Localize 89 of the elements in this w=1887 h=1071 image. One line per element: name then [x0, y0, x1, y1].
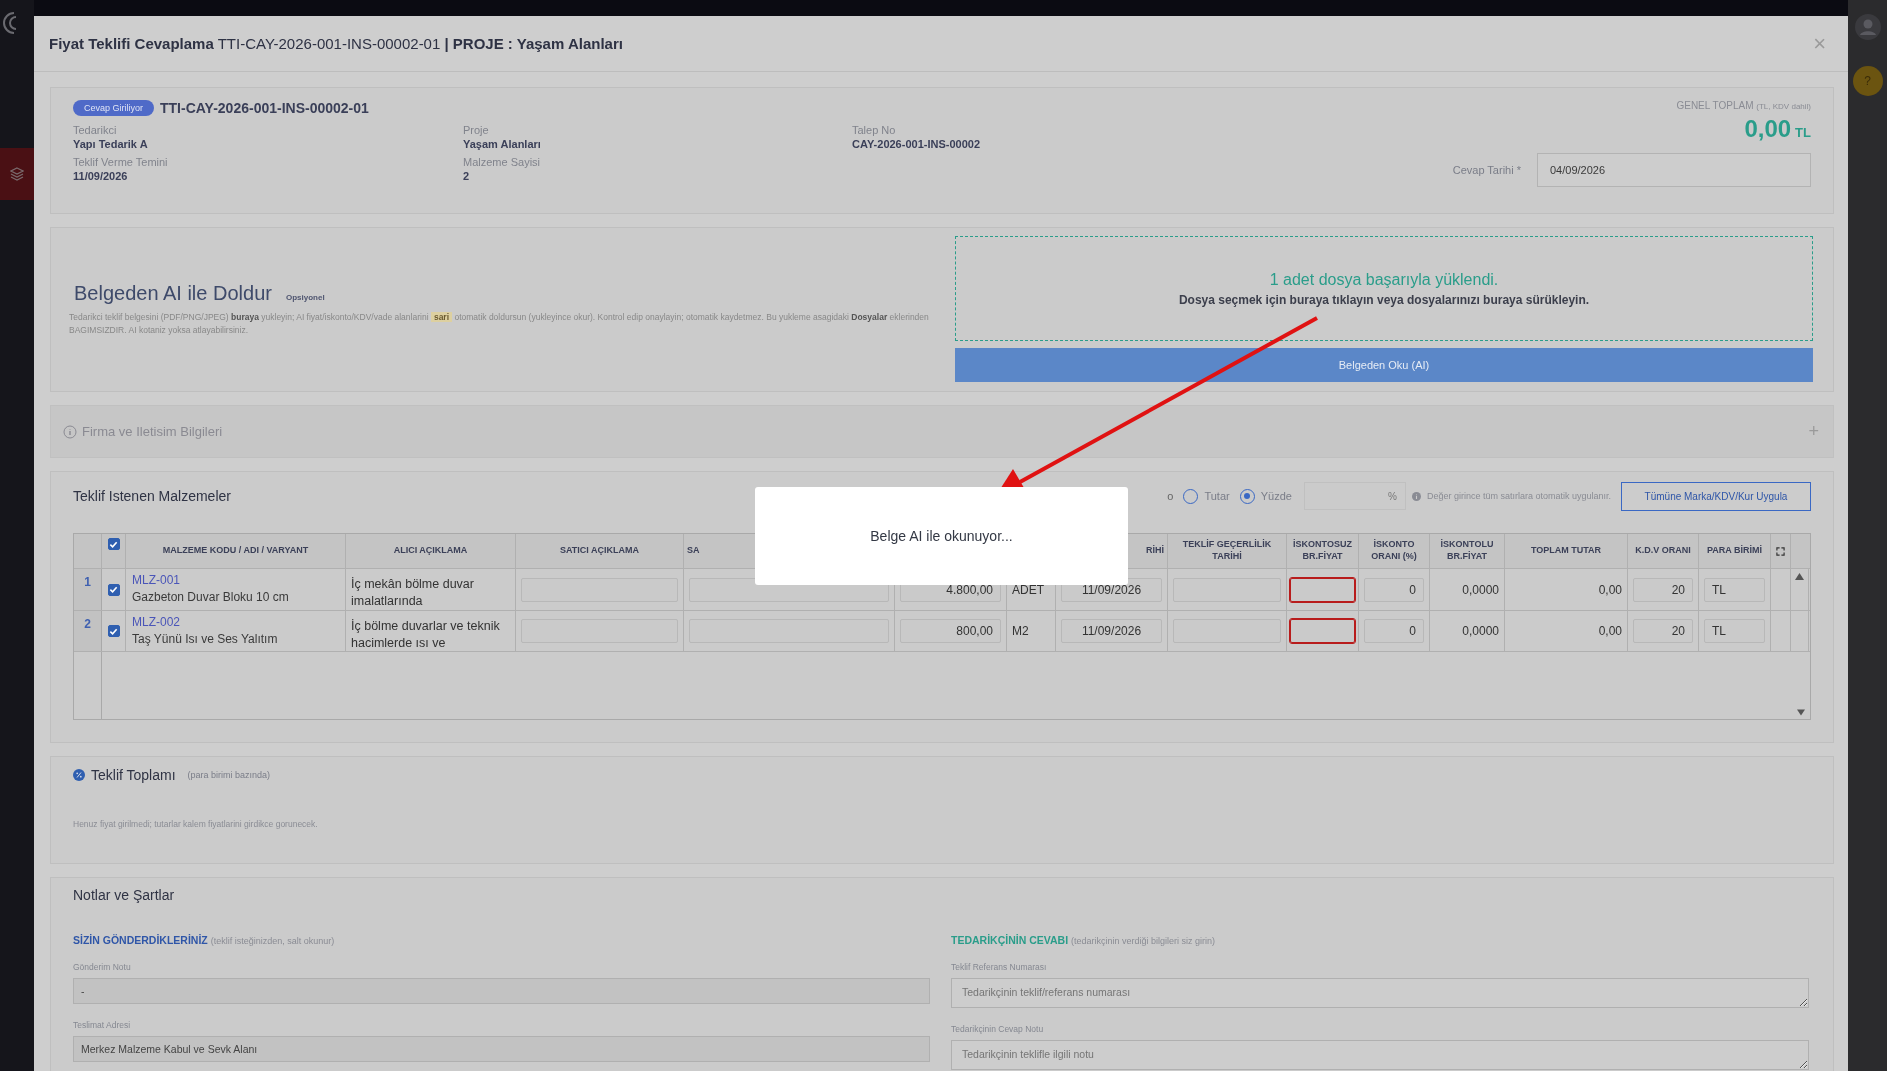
- readonly-field[interactable]: Merkez Malzeme Kabul ve Sevk Alanı: [73, 1036, 930, 1062]
- field-label: Tedarikci: [73, 124, 118, 136]
- field-label: Teklif Referans Numarası: [951, 962, 1048, 972]
- column-header: RİHİ: [1146, 545, 1164, 557]
- table-cell: 0,0000: [1462, 624, 1499, 638]
- readonly-field[interactable]: -: [73, 978, 930, 1004]
- section-subtitle: TEDARİKÇİNİN CEVABI (tedarikçinin verdiği bilgileri siz girin): [951, 934, 1217, 946]
- table-cell: 0,00: [1598, 582, 1622, 597]
- material-code-link[interactable]: MLZ-001: [132, 574, 289, 588]
- material-name: Taş Yünü Isı ve Ses Yalıtım: [132, 632, 278, 647]
- type-label: o: [1167, 490, 1174, 502]
- row-number: 2: [74, 611, 102, 651]
- info-icon: [1411, 491, 1421, 501]
- request-code: TTI-CAY-2026-001-INS-00002-01: [160, 100, 369, 116]
- empty-note: Henuz fiyat girilmedi; tutarlar kalem fiyatlarini girdikce gorunecek.: [73, 819, 318, 829]
- field-label: Teslimat Adresi: [73, 1020, 132, 1030]
- column-header: İSKONTOSUZ BR.FİYAT: [1292, 539, 1353, 563]
- radio-label: Tutar: [1204, 490, 1230, 502]
- column-header: ALICI AÇIKLAMA: [393, 545, 468, 557]
- date-field[interactable]: 11/09/2026: [1061, 619, 1162, 643]
- text-area[interactable]: Tedarikçinin teklif/referans numarası: [951, 978, 1809, 1008]
- column-header: MALZEME KODU / ADI / VARYANT: [162, 545, 309, 557]
- column-header: İSKONTOLU BR.FİYAT: [1439, 539, 1495, 563]
- column-header: K.D.V ORANI: [1635, 545, 1691, 557]
- upload-hint: Dosya seçmek için buraya tıklayın veya dosyalarınızı buraya sürükleyin.: [1178, 292, 1590, 307]
- date-field[interactable]: 04/09/2026: [1537, 153, 1811, 187]
- layers-icon: [10, 167, 24, 181]
- loading-message: Belge AI ile okunuyor...: [870, 528, 1013, 544]
- price-field[interactable]: [1290, 577, 1355, 602]
- field-label: Tedarikçinin Cevap Notu: [951, 1024, 1045, 1034]
- field-value: 11/09/2026: [73, 170, 129, 182]
- section-title: Teklif Toplamı: [91, 767, 176, 783]
- user-avatar-icon[interactable]: [1854, 14, 1881, 40]
- field-value: Yaşam Alanları: [463, 138, 542, 150]
- apply-all-button[interactable]: Tümüne Marka/KDV/Kur Uygula: [1621, 481, 1811, 511]
- vat-field[interactable]: 20: [1633, 619, 1693, 643]
- discount-field[interactable]: 0: [1364, 619, 1424, 643]
- fullscreen-icon[interactable]: [1776, 546, 1785, 556]
- currency-field[interactable]: TL: [1704, 619, 1765, 643]
- section-title: Notlar ve Şartlar: [73, 887, 175, 903]
- section-title: Teklif Istenen Malzemeler: [73, 488, 231, 504]
- status-badge: Cevap Giriliyor: [73, 100, 154, 116]
- discount-field[interactable]: 0: [1364, 577, 1424, 602]
- field-label: Teklif Verme Temini: [73, 156, 169, 168]
- total-amount: 0,00 TL: [1744, 115, 1811, 143]
- radio-label: Yüzde: [1260, 490, 1292, 502]
- upload-success-text: 1 adet dosya başarıyla yüklendi.: [1269, 270, 1499, 289]
- column-header: SA: [687, 545, 700, 557]
- info-icon: [63, 424, 77, 439]
- field-label: Gönderim Notu: [73, 962, 132, 972]
- column-header: TOPLAM TUTAR: [1530, 545, 1602, 557]
- unit-text: M2: [1012, 624, 1029, 638]
- date-label: Cevap Tarihi *: [1452, 164, 1521, 176]
- column-header: TEKLİF GEÇERLİLİK TARİHİ: [1181, 539, 1273, 563]
- text-area[interactable]: Tedarikçinin teklifle ilgili notu: [951, 1040, 1809, 1070]
- checkbox[interactable]: [107, 538, 120, 550]
- buyer-note: İç bölme duvarlar ve teknik hacimlerde ısı ve: [351, 618, 501, 651]
- upload-dropzone[interactable]: 1 adet dosya başarıyla yüklendi. Dosya seçmek için buraya tıklayın veya dosyalarınızı buraya sürükleyin.: [955, 236, 1813, 341]
- row-number: 1: [74, 569, 102, 610]
- table-cell: 0,00: [1598, 624, 1622, 638]
- checkbox[interactable]: [107, 625, 120, 637]
- column-header: PARA BİRİMİ: [1707, 545, 1762, 557]
- column-header: İSKONTO ORANI (%): [1370, 539, 1418, 563]
- field-label: Proje: [463, 124, 490, 136]
- section-subtitle: (para birimi bazında): [187, 770, 271, 780]
- window-title: Fiyat Teklifi Cevaplama TTI-CAY-2026-001-INS-00002-01 | PROJE : Yaşam Alanları: [49, 35, 623, 52]
- price-field[interactable]: [1290, 619, 1355, 643]
- quantity-field[interactable]: 800,00: [900, 619, 1001, 643]
- accordion-title: Firma ve Iletisim Bilgileri: [82, 424, 223, 439]
- material-code-link[interactable]: MLZ-002: [132, 616, 278, 630]
- vat-field[interactable]: 20: [1633, 577, 1693, 602]
- material-name: Gazbeton Duvar Bloku 10 cm: [132, 590, 289, 605]
- field-value: Yapı Tedarik A: [73, 138, 149, 150]
- field-label: Malzeme Sayisi: [463, 156, 542, 168]
- field-label: Talep No: [852, 124, 897, 136]
- section-title: Belgeden AI ile Doldur: [74, 282, 272, 305]
- buyer-note: İç mekân bölme duvar imalatlarında: [351, 576, 475, 610]
- scroll-down-icon[interactable]: [1797, 709, 1805, 716]
- checkbox[interactable]: [107, 583, 120, 596]
- unit-text: ADET: [1012, 582, 1044, 597]
- field-value: CAY-2026-001-INS-00002: [852, 138, 981, 150]
- table-cell: 0,0000: [1462, 582, 1499, 597]
- scroll-up-icon[interactable]: [1795, 573, 1804, 580]
- optional-tag: Opsiyonel: [285, 293, 325, 303]
- percent-icon: [73, 769, 85, 781]
- field-value: 2: [463, 170, 471, 182]
- column-header: SATICI AÇIKLAMA: [560, 545, 639, 557]
- currency-field[interactable]: TL: [1704, 577, 1765, 602]
- sidebar-item[interactable]: [0, 148, 34, 200]
